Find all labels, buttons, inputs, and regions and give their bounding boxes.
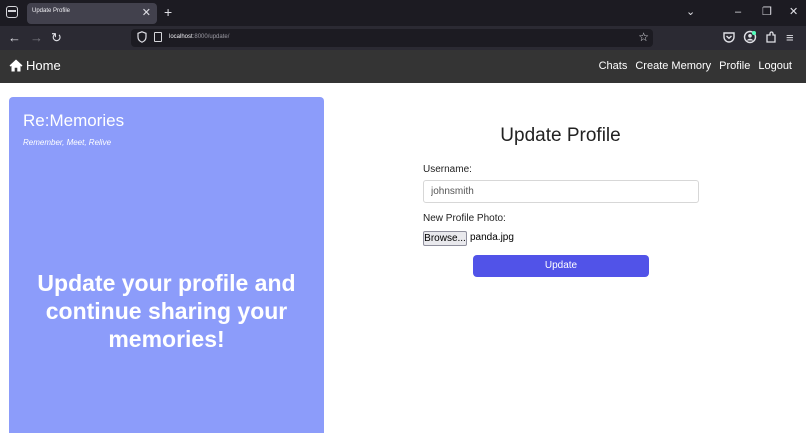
restore-icon[interactable]: ❐ [762, 5, 772, 19]
reload-icon[interactable]: ↻ [51, 30, 62, 46]
site-nav-links: Chats Create Memory Profile Logout [591, 60, 792, 72]
update-button[interactable]: Update [473, 255, 649, 277]
tab-close-icon[interactable]: ✕ [142, 6, 151, 20]
username-label: Username: [423, 164, 472, 175]
pocket-icon[interactable] [722, 30, 736, 44]
form-title: Update Profile [500, 125, 621, 146]
bookmark-star-icon[interactable]: ☆ [638, 29, 649, 45]
home-icon [9, 59, 23, 72]
tab-title: Update Profile [32, 8, 71, 14]
new-tab-icon[interactable]: + [164, 4, 172, 20]
home-label: Home [26, 58, 61, 73]
nav-link-profile[interactable]: Profile [719, 60, 750, 72]
url-bar[interactable]: localhost:8000/update/ ☆ [131, 29, 653, 47]
minimize-icon[interactable]: – [735, 5, 741, 19]
extensions-icon[interactable] [764, 30, 778, 44]
hero-panel: Re:Memories Remember, Meet, Relive Updat… [9, 97, 324, 433]
nav-link-logout[interactable]: Logout [758, 60, 792, 72]
window-close-icon[interactable]: ✕ [789, 5, 798, 19]
nav-link-chats[interactable]: Chats [599, 60, 628, 72]
back-icon[interactable]: ← [8, 30, 21, 46]
profile-photo-label: New Profile Photo: [423, 213, 506, 224]
page-info-icon[interactable] [154, 32, 162, 42]
username-input[interactable] [423, 180, 699, 203]
hero-tagline: Remember, Meet, Relive [23, 138, 112, 147]
firefox-view-icon[interactable] [6, 6, 18, 18]
app-menu-icon[interactable]: ≡ [786, 30, 794, 46]
url-path: :8000/update/ [192, 34, 230, 40]
url-text[interactable]: localhost:8000/update/ [169, 34, 229, 40]
nav-link-create-memory[interactable]: Create Memory [635, 60, 711, 72]
url-host: localhost [169, 34, 193, 40]
list-all-tabs-icon[interactable]: ⌄ [686, 5, 695, 19]
browse-file-button[interactable]: Browse... [423, 231, 467, 246]
hero-message: Update your profile and continue sharing… [37, 270, 296, 352]
home-link[interactable]: Home [9, 58, 61, 73]
tracking-protection-shield-icon[interactable] [137, 31, 147, 43]
hero-title: Re:Memories [23, 111, 125, 130]
browser-tab-active[interactable]: Update Profile ✕ [27, 3, 157, 24]
forward-icon[interactable]: → [30, 30, 43, 46]
browser-tab-bar: Update Profile ✕ + ⌄ – ❐ ✕ [0, 0, 806, 26]
account-icon[interactable] [743, 30, 757, 44]
site-navbar: Home Chats Create Memory Profile Logout [0, 50, 806, 83]
selected-file-name: panda.jpg [470, 232, 514, 243]
